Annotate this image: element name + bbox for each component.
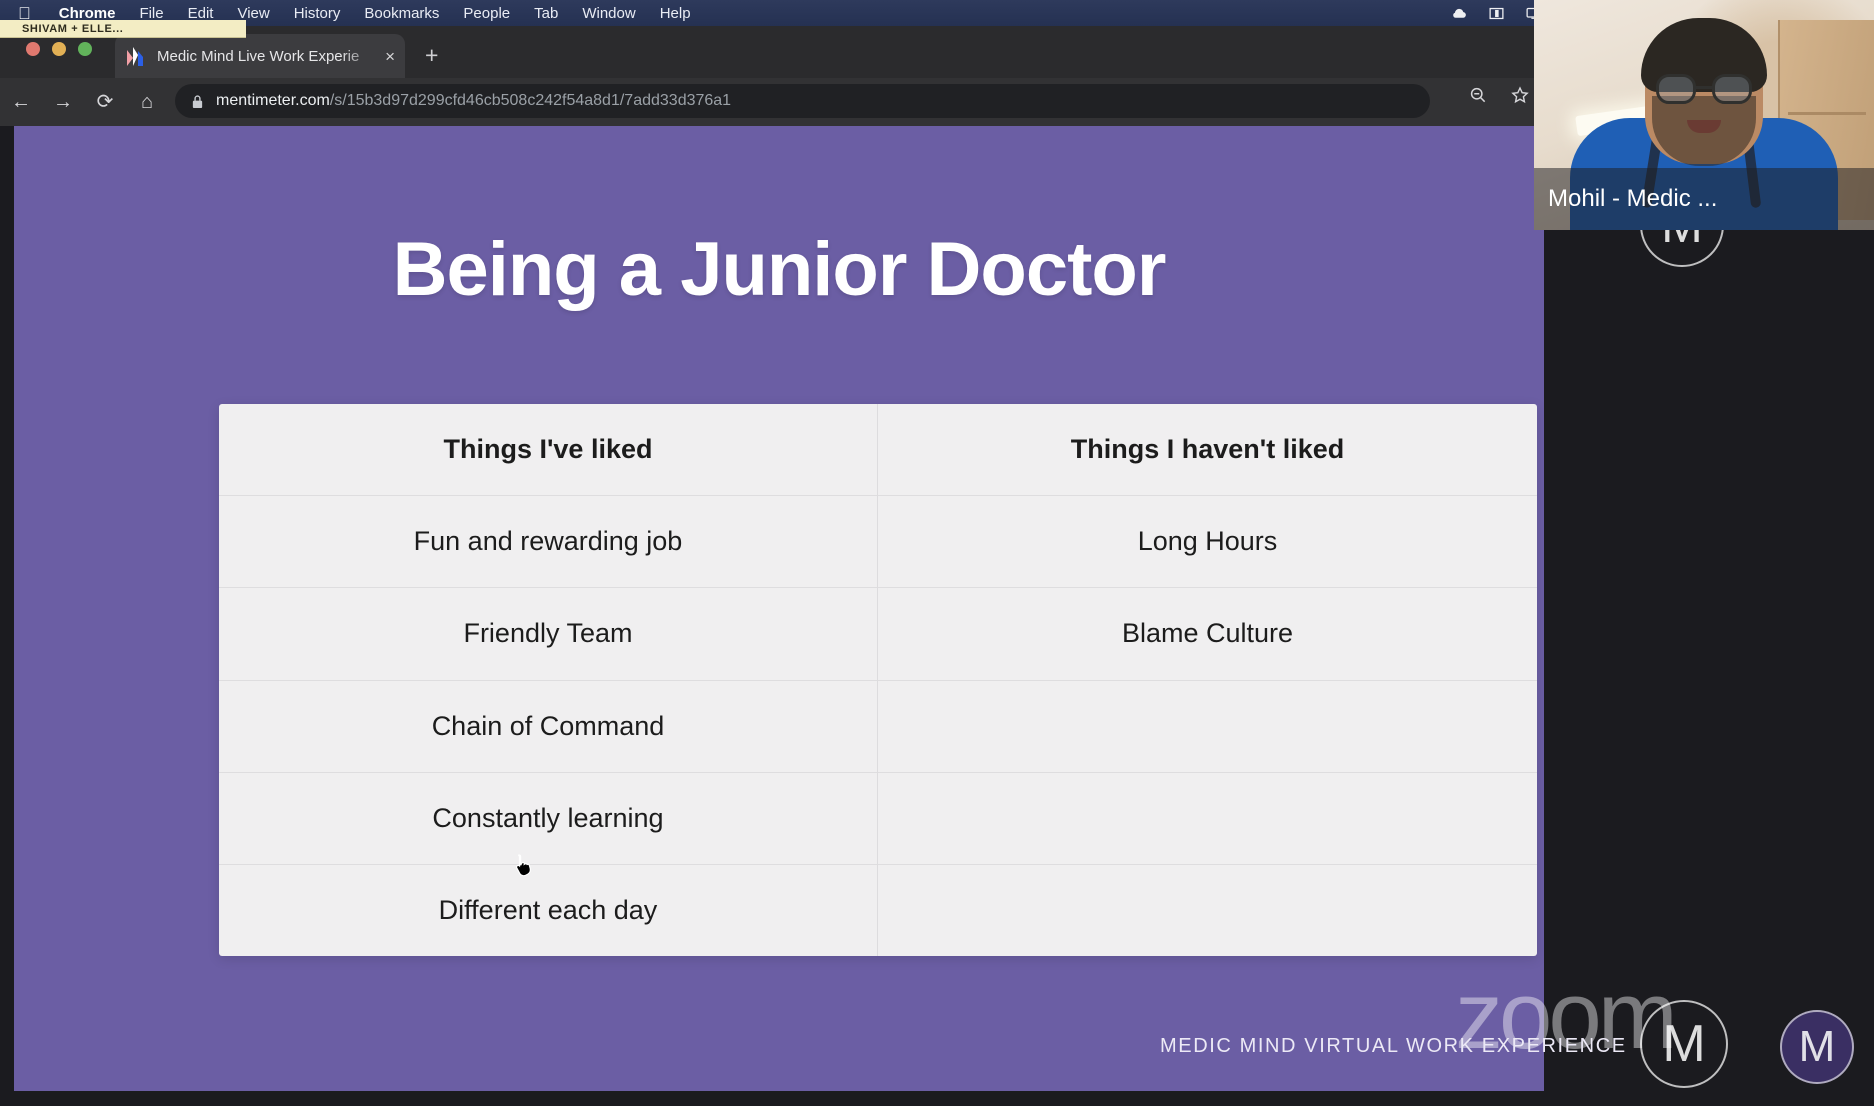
table-row: Fun and rewarding job xyxy=(219,496,877,589)
page-title: Being a Junior Doctor xyxy=(392,227,1167,312)
cloud-icon[interactable] xyxy=(1450,5,1469,22)
menu-item-chrome[interactable]: Chrome xyxy=(47,5,128,22)
zoom-button[interactable] xyxy=(78,42,92,56)
browser-tab[interactable]: Medic Mind Live Work Experie × xyxy=(115,34,405,78)
forward-button[interactable]: → xyxy=(42,92,84,112)
address-bar-url: mentimeter.com/s/15b3d97d299cfd46cb508c2… xyxy=(216,92,731,110)
participant-video-tile[interactable]: Mohil - Medic ... xyxy=(1534,0,1874,230)
home-button[interactable]: ⌂ xyxy=(126,92,168,112)
menu-item-history[interactable]: History xyxy=(282,5,353,22)
url-host: mentimeter.com xyxy=(216,92,330,109)
table-row: Chain of Command xyxy=(219,681,877,773)
menu-item-tab[interactable]: Tab xyxy=(522,5,570,22)
minimize-button[interactable] xyxy=(52,42,66,56)
participant-name-bar: Mohil - Medic ... xyxy=(1534,168,1874,230)
star-bookmark-icon[interactable] xyxy=(1510,85,1530,105)
event-branding-footer: MEDIC MIND VIRTUAL WORK EXPERIENCE xyxy=(1160,1035,1627,1057)
window-traffic-lights xyxy=(26,42,92,56)
table-row xyxy=(878,865,1537,956)
notification-strip[interactable]: SHIVAM + ELLE... xyxy=(0,20,246,38)
close-button[interactable] xyxy=(26,42,40,56)
menu-item-bookmarks[interactable]: Bookmarks xyxy=(352,5,451,22)
table-row: Constantly learning xyxy=(219,773,877,865)
menu-item-people[interactable]: People xyxy=(451,5,522,22)
menu-item-view[interactable]: View xyxy=(225,5,281,22)
medic-mind-logo: M xyxy=(1640,1000,1728,1088)
url-path: /s/15b3d97d299cfd46cb508c242f54a8d1/7add… xyxy=(329,92,732,109)
menu-item-file[interactable]: File xyxy=(127,5,175,22)
new-tab-button[interactable]: + xyxy=(425,44,438,67)
column-header: Things I've liked xyxy=(219,404,877,497)
table-column-disliked: Things I haven't liked Long Hours Blame … xyxy=(878,404,1537,956)
lock-icon xyxy=(192,94,203,108)
pointer-hand-cursor xyxy=(516,854,531,877)
video-glasses-right xyxy=(1712,74,1752,104)
shared-screen-slide: Being a Junior Doctor Things I've liked … xyxy=(14,126,1544,1091)
address-bar[interactable]: mentimeter.com/s/15b3d97d299cfd46cb508c2… xyxy=(175,84,1430,118)
back-button[interactable]: ← xyxy=(0,92,42,112)
table-row: Friendly Team xyxy=(219,588,877,681)
participant-name: Mohil - Medic ... xyxy=(1548,185,1718,212)
zoom-out-magnifier-icon[interactable] xyxy=(1468,85,1488,105)
close-icon[interactable]: × xyxy=(385,48,395,65)
notification-text: SHIVAM + ELLE... xyxy=(22,22,124,35)
table-row xyxy=(878,773,1537,865)
video-glasses-left xyxy=(1656,74,1696,104)
medic-mind-logo: M xyxy=(1780,1010,1854,1084)
reload-button[interactable]: ⟳ xyxy=(84,92,126,112)
column-header: Things I haven't liked xyxy=(878,404,1537,497)
comparison-table: Things I've liked Fun and rewarding job … xyxy=(219,404,1537,956)
apple-logo-icon[interactable]:  xyxy=(0,5,47,22)
table-row: Blame Culture xyxy=(878,588,1537,681)
table-row: Different each day xyxy=(438,894,658,925)
table-row xyxy=(878,681,1537,773)
menu-item-edit[interactable]: Edit xyxy=(176,5,226,22)
video-glasses-bridge xyxy=(1695,86,1713,89)
table-row: Long Hours xyxy=(878,496,1537,589)
sidebar-panel-icon[interactable] xyxy=(1487,5,1506,22)
menu-item-help[interactable]: Help xyxy=(648,5,703,22)
table-column-liked: Things I've liked Fun and rewarding job … xyxy=(219,404,878,956)
browser-tab-title: Medic Mind Live Work Experie xyxy=(157,47,360,65)
menu-item-window[interactable]: Window xyxy=(570,5,647,22)
screen-root:  Chrome File Edit View History Bookmark… xyxy=(0,0,1874,1106)
mentimeter-favicon xyxy=(127,47,143,66)
